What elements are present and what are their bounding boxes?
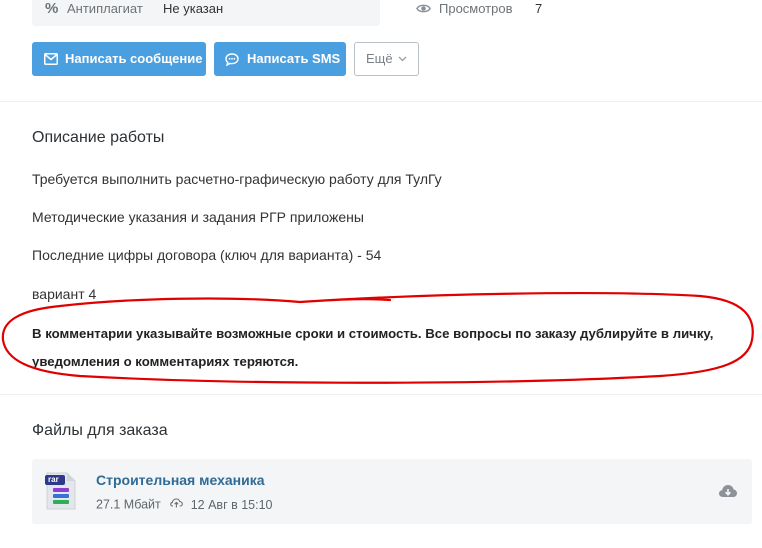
file-meta: 27.1 Мбайт 12 Авг в 15:10: [96, 497, 273, 512]
divider: [0, 101, 762, 102]
write-sms-button[interactable]: Написать SMS: [214, 42, 346, 76]
chat-bubble-icon: [225, 53, 239, 66]
file-item[interactable]: rar Строительная механика 27.1 Мбайт 12 …: [32, 459, 752, 524]
file-date: 12 Авг в 15:10: [190, 497, 273, 512]
file-name-link[interactable]: Строительная механика: [96, 472, 265, 488]
views-row: Просмотров: [416, 1, 526, 17]
write-message-button[interactable]: Написать сообщение: [32, 42, 206, 76]
more-dropdown-button[interactable]: Ещё: [354, 42, 419, 76]
description-paragraph: Последние цифры договора (ключ для вариа…: [32, 247, 382, 263]
divider: [0, 394, 762, 395]
chevron-down-icon: [398, 56, 407, 62]
write-message-label: Написать сообщение: [65, 51, 203, 66]
eye-icon: [416, 4, 431, 13]
red-annotation-loop: [1, 292, 754, 384]
envelope-icon: [44, 53, 58, 65]
write-sms-label: Написать SMS: [247, 51, 341, 66]
percent-icon: %: [45, 0, 59, 17]
upload-cloud-icon: [170, 498, 184, 508]
views-count: 7: [535, 1, 543, 16]
antiplagiat-row: % Антиплагиат Не указан: [32, 0, 380, 26]
antiplagiat-label: Антиплагиат: [67, 1, 143, 16]
files-heading: Файлы для заказа: [32, 422, 168, 439]
description-heading: Описание работы: [32, 129, 165, 146]
file-ext-label: rar: [48, 475, 59, 484]
cloud-download-icon[interactable]: [718, 483, 738, 499]
file-size: 27.1 Мбайт: [96, 497, 161, 512]
description-paragraph: Требуется выполнить расчетно-графическую…: [32, 171, 442, 187]
antiplagiat-value: Не указан: [163, 1, 224, 16]
more-label: Ещё: [366, 51, 393, 66]
views-label: Просмотров: [439, 1, 513, 16]
description-paragraph: Методические указания и задания РГР прил…: [32, 209, 364, 225]
